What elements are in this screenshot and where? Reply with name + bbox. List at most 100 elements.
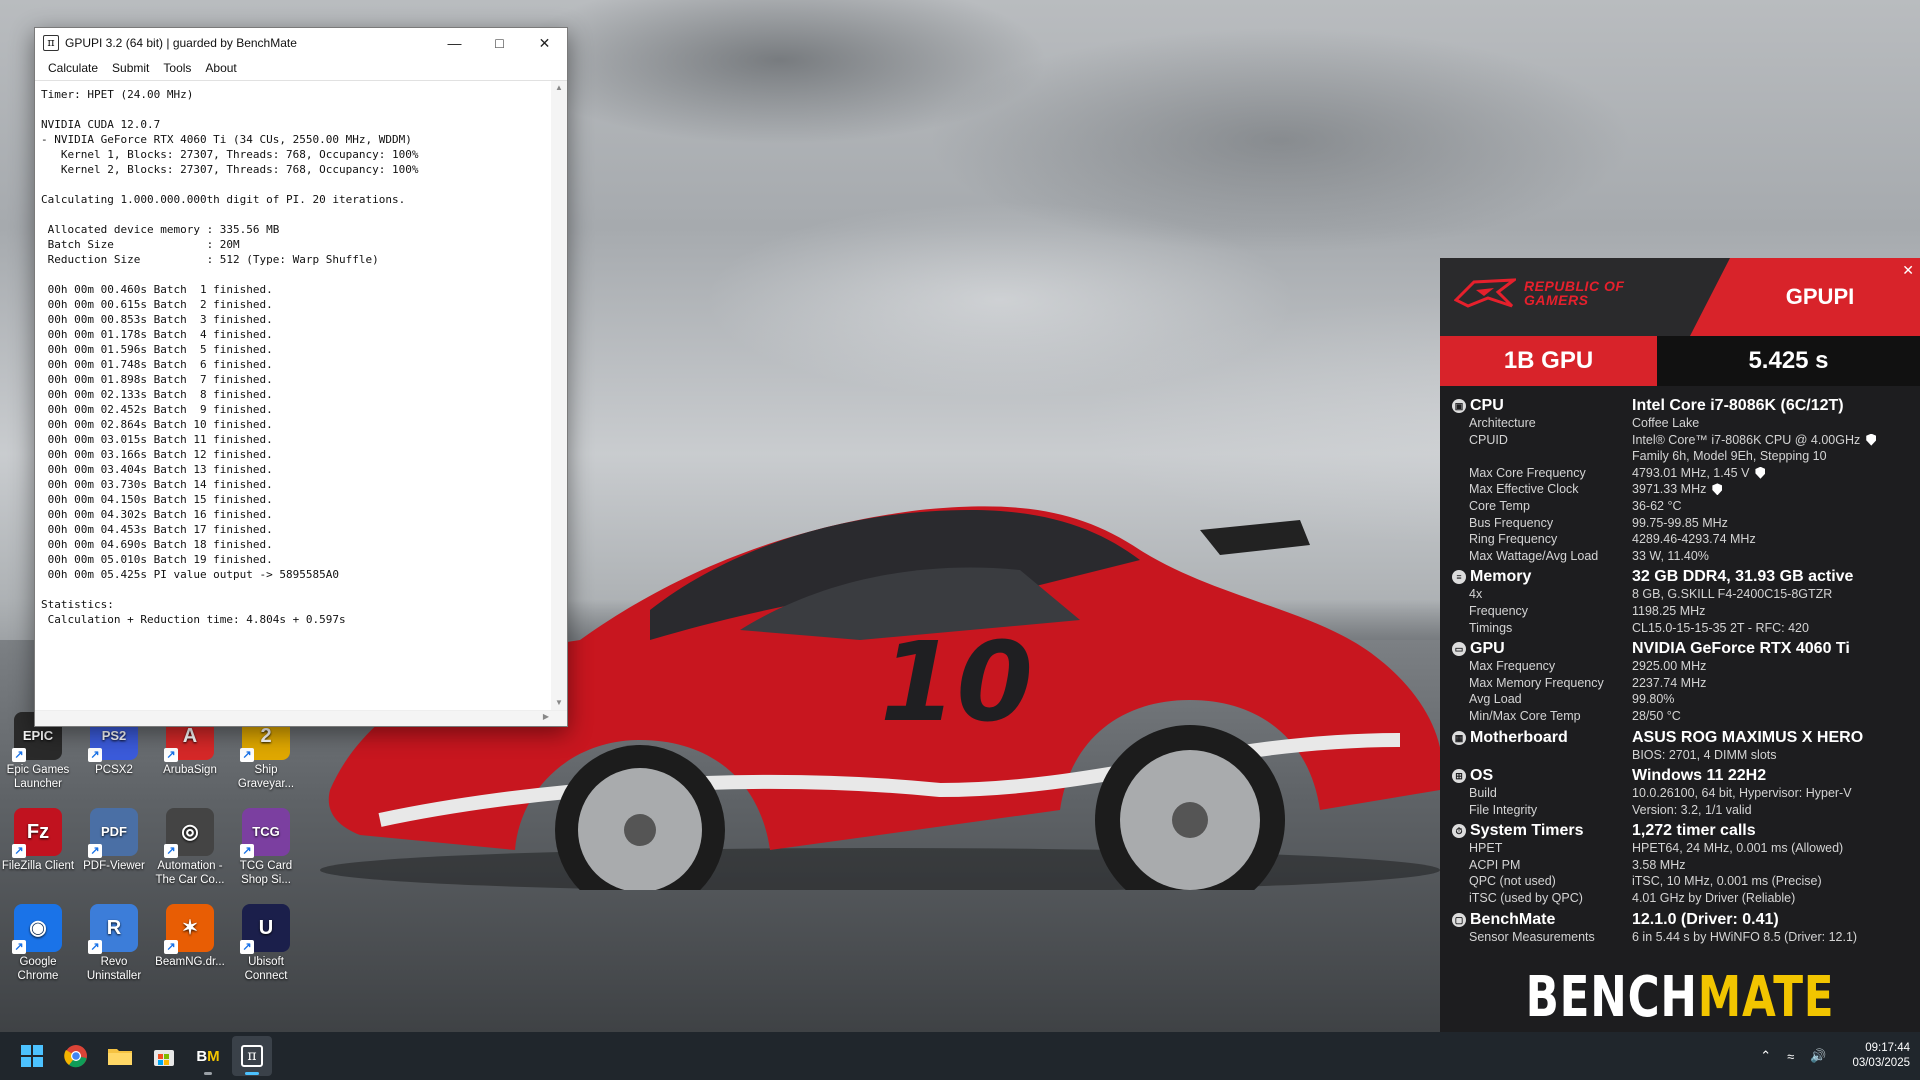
taskbar-gpupi[interactable]: π xyxy=(232,1036,272,1076)
benchmate-icon: ▢ xyxy=(1452,912,1466,927)
detail-value-text: 28/50 °C xyxy=(1632,708,1681,723)
detail-value: CL15.0-15-15-35 2T - RFC: 420 xyxy=(1632,621,1809,638)
detail-row: QPC (not used) iTSC, 10 MHz, 0.001 ms (Pr… xyxy=(1452,874,1910,891)
detail-value: 4.01 GHz by Driver (Reliable) xyxy=(1632,891,1795,908)
desktop-icon[interactable]: PDF ↗ PDF-Viewer xyxy=(76,808,152,873)
taskbar-benchmate[interactable]: BM xyxy=(188,1036,228,1076)
benchmate-close-icon[interactable]: ✕ xyxy=(1902,262,1914,279)
section-value: ASUS ROG MAXIMUS X HERO xyxy=(1632,728,1864,746)
output-area: Timer: HPET (24.00 MHz) NVIDIA CUDA 12.0.… xyxy=(35,80,567,710)
minimize-icon[interactable]: — xyxy=(432,28,477,58)
benchmate-details: ▣ CPU Intel Core i7-8086K (6C/12T) Architec… xyxy=(1440,386,1920,946)
section-header: ⏱ System Timers 1,272 timer calls xyxy=(1452,821,1910,841)
benchmate-taskbar-icon: BM xyxy=(196,1047,220,1065)
detail-key: Architecture xyxy=(1469,416,1536,430)
detail-value: 2237.74 MHz xyxy=(1632,676,1706,693)
detail-row: Max Core Frequency 4793.01 MHz, 1.45 V xyxy=(1452,466,1910,483)
detail-value-text: 99.75-99.85 MHz xyxy=(1632,515,1728,530)
detail-row: Avg Load 99.80% xyxy=(1452,692,1910,709)
detail-key: Frequency xyxy=(1469,603,1529,618)
scroll-right-icon[interactable]: ▶ xyxy=(543,712,549,721)
gpu-icon: ▭ xyxy=(1452,642,1466,657)
menu-about[interactable]: About xyxy=(198,61,243,75)
section-header: ▢ BenchMate 12.1.0 (Driver: 0.41) xyxy=(1452,910,1910,930)
horizontal-scrollbar[interactable]: ▶ xyxy=(35,710,567,726)
start-button[interactable] xyxy=(12,1036,52,1076)
maximize-icon[interactable]: □ xyxy=(477,28,522,58)
console-line: 00h 00m 04.453s Batch 17 finished. xyxy=(41,523,273,536)
window-titlebar[interactable]: π GPUPI 3.2 (64 bit) | guarded by BenchM… xyxy=(35,28,567,58)
desktop-icon[interactable]: ◎ ↗ Automation - The Car Co... xyxy=(152,808,228,887)
chrome-icon xyxy=(64,1045,87,1068)
gpupi-taskbar-icon: π xyxy=(241,1045,263,1067)
menu-tools[interactable]: Tools xyxy=(156,61,198,75)
detail-value: Coffee Lake xyxy=(1632,416,1699,433)
detail-value: 28/50 °C xyxy=(1632,709,1681,726)
tray-overflow-icon[interactable]: ⌃ xyxy=(1760,1048,1771,1064)
detail-value: 4289.46-4293.74 MHz xyxy=(1632,532,1756,549)
gpupi-app-icon: π xyxy=(43,35,59,51)
desktop-icon[interactable]: ◉ ↗ Google Chrome xyxy=(0,904,76,983)
detail-key: 4x xyxy=(1469,587,1483,602)
shortcut-arrow-icon: ↗ xyxy=(12,844,26,858)
scroll-up-icon[interactable]: ▲ xyxy=(551,81,567,95)
detail-value-text: Version: 3.2, 1/1 valid xyxy=(1632,802,1752,817)
detail-value-text: iTSC, 10 MHz, 0.001 ms (Precise) xyxy=(1632,874,1822,889)
detail-row: Min/Max Core Temp 28/50 °C xyxy=(1452,709,1910,726)
desktop-icon[interactable]: ✶ ↗ BeamNG.dr... xyxy=(152,904,228,969)
scroll-down-icon[interactable]: ▼ xyxy=(551,696,567,710)
app-icon: R ↗ xyxy=(88,904,138,954)
detail-value-text: 3971.33 MHz xyxy=(1632,482,1707,497)
gpupi-window[interactable]: π GPUPI 3.2 (64 bit) | guarded by BenchM… xyxy=(34,27,568,727)
section-name: GPU xyxy=(1470,640,1505,658)
desktop-icon[interactable]: U ↗ Ubisoft Connect xyxy=(228,904,304,983)
timer-icon: ⏱ xyxy=(1452,824,1466,839)
detail-value-text: 4.01 GHz by Driver (Reliable) xyxy=(1632,891,1796,906)
menu-submit[interactable]: Submit xyxy=(105,61,156,75)
detail-key: Timings xyxy=(1469,620,1513,635)
shortcut-arrow-icon: ↗ xyxy=(12,940,26,954)
detail-value: BIOS: 2701, 4 DIMM slots xyxy=(1632,748,1777,765)
detail-value: 3971.33 MHz xyxy=(1632,482,1723,499)
verified-shield-icon xyxy=(1712,483,1723,496)
detail-value: 1198.25 MHz xyxy=(1632,604,1705,621)
menu-calculate[interactable]: Calculate xyxy=(41,61,105,75)
vertical-scrollbar[interactable]: ▲ ▼ xyxy=(551,81,567,710)
desktop-icon-label: Epic Games Launcher xyxy=(6,764,70,790)
section-header: ▣ CPU Intel Core i7-8086K (6C/12T) xyxy=(1452,396,1910,416)
console-line: Calculation + Reduction time: 4.804s + 0… xyxy=(41,613,346,626)
console-line: 00h 00m 04.150s Batch 15 finished. xyxy=(41,493,273,506)
shortcut-arrow-icon: ↗ xyxy=(240,748,254,762)
shortcut-arrow-icon: ↗ xyxy=(240,940,254,954)
taskbar-file-explorer[interactable] xyxy=(100,1036,140,1076)
store-icon xyxy=(154,1050,174,1066)
taskbar-store[interactable] xyxy=(144,1036,184,1076)
desktop-icon[interactable]: Fz ↗ FileZilla Client xyxy=(0,808,76,873)
desktop-icon-label: Revo Uninstaller xyxy=(86,956,142,982)
volume-icon[interactable]: 🔊 xyxy=(1810,1048,1826,1064)
detail-value-text: 36-62 °C xyxy=(1632,498,1682,513)
detail-value: 2925.00 MHz xyxy=(1632,659,1706,676)
desktop-icon[interactable]: TCG ↗ TCG Card Shop Si... xyxy=(228,808,304,887)
detail-row: Build 10.0.26100, 64 bit, Hypervisor: Hyp… xyxy=(1452,786,1910,803)
detail-value: 10.0.26100, 64 bit, Hypervisor: Hyper-V xyxy=(1632,786,1852,803)
detail-row: Max Memory Frequency 2237.74 MHz xyxy=(1452,676,1910,693)
score-value: 5.425 s xyxy=(1657,336,1920,386)
detail-row: Architecture Coffee Lake xyxy=(1452,416,1910,433)
close-icon[interactable]: ✕ xyxy=(522,28,567,58)
clock[interactable]: 09:17:44 03/03/2025 xyxy=(1852,1041,1910,1071)
section-value: NVIDIA GeForce RTX 4060 Ti xyxy=(1632,640,1850,658)
section-value: 1,272 timer calls xyxy=(1632,822,1756,840)
detail-value-text: BIOS: 2701, 4 DIMM slots xyxy=(1632,747,1777,762)
console-line: 00h 00m 02.452s Batch 9 finished. xyxy=(41,403,273,416)
taskbar-chrome[interactable] xyxy=(56,1036,96,1076)
section-header: ⊞ OS Windows 11 22H2 xyxy=(1452,766,1910,786)
detail-value-text: Intel® Core™ i7-8086K CPU @ 4.00GHz xyxy=(1632,432,1861,447)
detail-key: Ring Frequency xyxy=(1469,532,1558,547)
console-output[interactable]: Timer: HPET (24.00 MHz) NVIDIA CUDA 12.0.… xyxy=(35,81,551,710)
rog-logo: REPUBLIC OF GAMERS xyxy=(1454,278,1654,308)
desktop-icon[interactable]: R ↗ Revo Uninstaller xyxy=(76,904,152,983)
detail-key: Max Frequency xyxy=(1469,659,1556,674)
clock-date: 03/03/2025 xyxy=(1852,1057,1910,1069)
wifi-icon[interactable]: ≈ xyxy=(1787,1049,1794,1064)
